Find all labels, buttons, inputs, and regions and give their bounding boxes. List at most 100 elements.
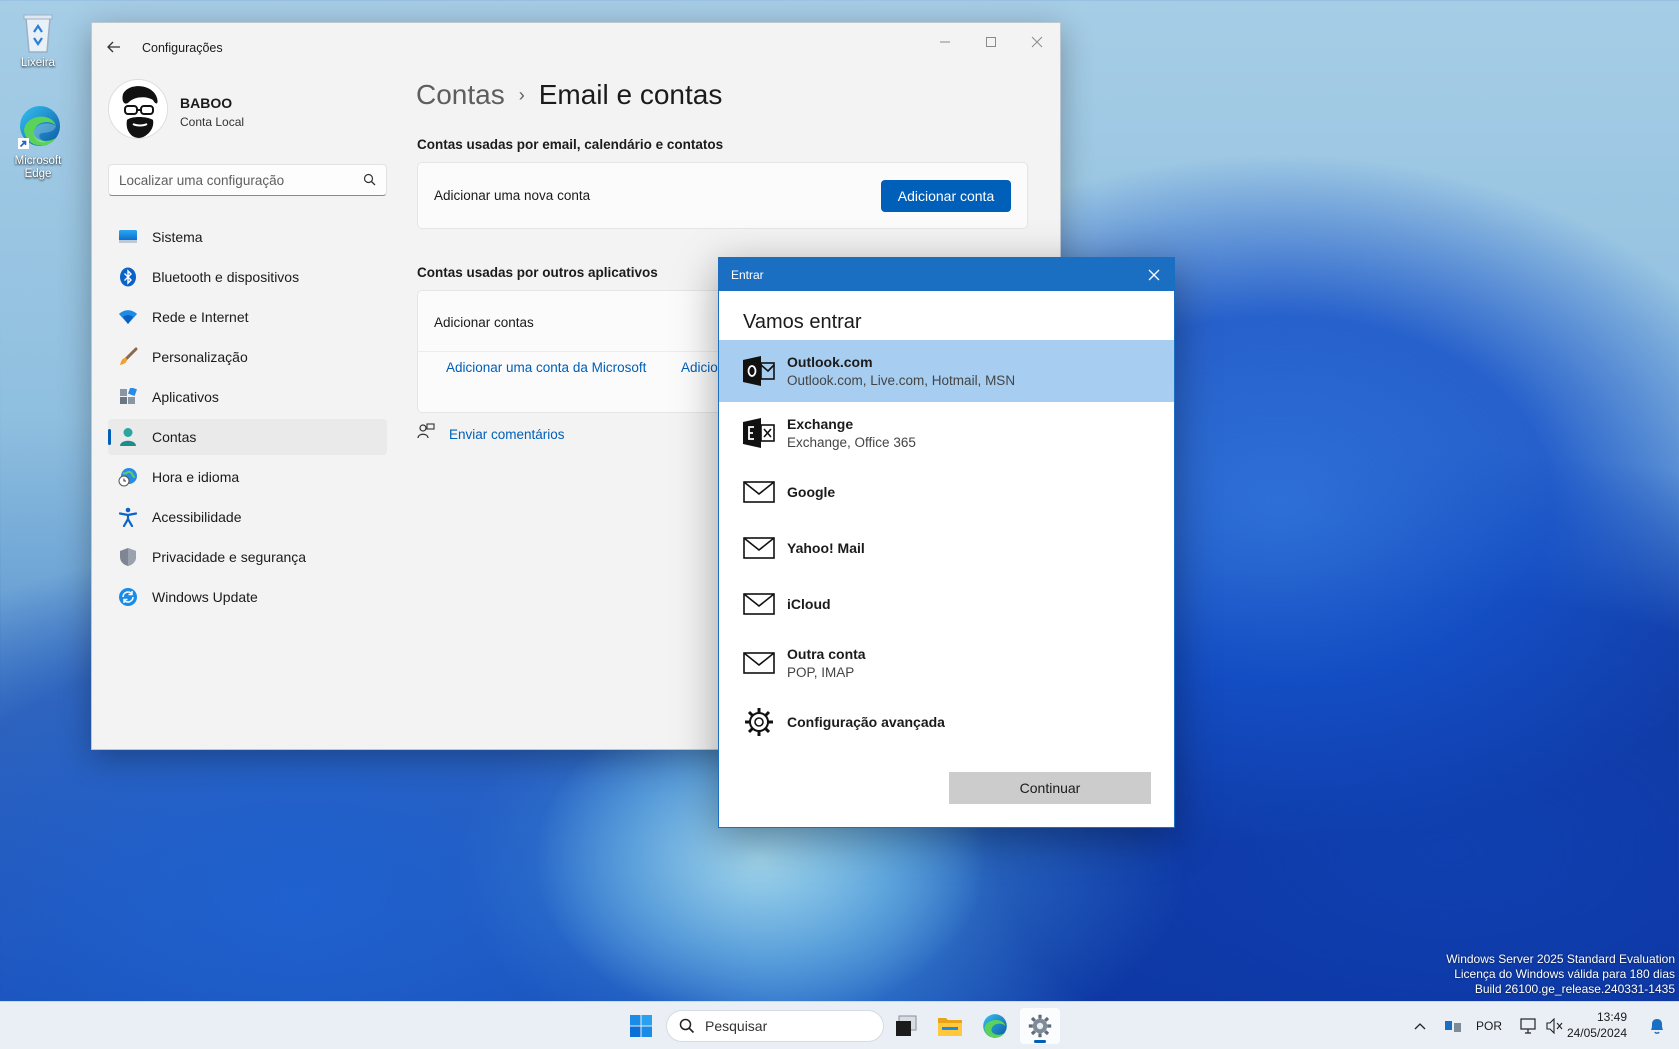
- add-email-account-card: Adicionar uma nova conta Adicionar conta: [417, 162, 1028, 229]
- person-icon: [118, 427, 138, 447]
- section-title-email: Contas usadas por email, calendário e co…: [417, 137, 724, 152]
- sidebar-nav: Sistema Bluetooth e dispositivos Rede e …: [108, 219, 387, 619]
- account-type: Conta Local: [180, 115, 245, 129]
- watermark-line: Windows Server 2025 Standard Evaluation: [1446, 952, 1675, 966]
- folder-icon: [938, 1018, 962, 1036]
- title-bar: Configurações: [92, 23, 1060, 75]
- speaker-muted-icon[interactable]: [1546, 1018, 1564, 1034]
- sidebar-item-label: Windows Update: [152, 589, 258, 605]
- edge-icon: [983, 1014, 1007, 1038]
- section-title-other-apps: Contas usadas por outros aplicativos: [417, 265, 658, 280]
- taskbar-search-label: Pesquisar: [705, 1018, 768, 1034]
- taskbar-app-settings[interactable]: [1020, 1008, 1060, 1044]
- minimize-icon: [940, 41, 950, 43]
- card-text: Adicionar uma nova conta: [434, 188, 591, 203]
- continue-button[interactable]: Continuar: [949, 772, 1151, 804]
- network-tray-icon[interactable]: [1438, 1018, 1468, 1034]
- dialog-heading: Vamos entrar: [743, 311, 862, 333]
- minimize-button[interactable]: [922, 31, 968, 55]
- sidebar-item-label: Rede e Internet: [152, 309, 249, 325]
- sidebar-item-contas[interactable]: Contas: [108, 419, 387, 455]
- sidebar-item-label: Aplicativos: [152, 389, 219, 405]
- taskbar: Pesquisar POR 13:49 24/05/2024: [0, 1001, 1679, 1049]
- provider-other[interactable]: Outra conta POP, IMAP: [719, 632, 1174, 694]
- close-icon: [1148, 269, 1160, 281]
- edge-icon: [16, 104, 60, 152]
- sidebar-item-privacidade[interactable]: Privacidade e segurança: [108, 539, 387, 575]
- sign-in-dialog: Entrar Vamos entrar Outlook.com Outlook.…: [718, 257, 1175, 828]
- breadcrumb-parent[interactable]: Contas: [416, 79, 505, 111]
- maximize-button[interactable]: [968, 31, 1014, 55]
- provider-name: Yahoo! Mail: [787, 540, 865, 556]
- card-text: Adicionar contas: [434, 315, 534, 330]
- sidebar-item-bluetooth[interactable]: Bluetooth e dispositivos: [108, 259, 387, 295]
- chevron-up-icon[interactable]: [1408, 1022, 1432, 1030]
- dialog-close-button[interactable]: [1144, 265, 1164, 285]
- feedback-row[interactable]: Enviar comentários: [417, 423, 565, 446]
- feedback-icon: [417, 423, 435, 446]
- back-button[interactable]: [106, 39, 128, 57]
- brush-icon: [118, 347, 138, 367]
- arrow-left-icon: [107, 41, 120, 53]
- breadcrumb-separator: ›: [518, 84, 525, 105]
- sidebar-item-label: Privacidade e segurança: [152, 549, 307, 565]
- sidebar-item-personalizacao[interactable]: Personalização: [108, 339, 387, 375]
- desktop-icon-recycle-bin[interactable]: Lixeira: [2, 10, 74, 70]
- provider-name: Exchange: [787, 416, 854, 432]
- provider-name: Google: [787, 484, 836, 500]
- provider-name: Configuração avançada: [787, 714, 945, 730]
- provider-exchange[interactable]: Exchange Exchange, Office 365: [719, 402, 1174, 464]
- user-name: BABOO: [180, 95, 233, 111]
- provider-subtitle: Exchange, Office 365: [787, 435, 916, 450]
- close-button[interactable]: [1014, 31, 1060, 55]
- taskbar-app-terminal[interactable]: [886, 1008, 926, 1044]
- taskbar-app-edge[interactable]: [975, 1008, 1015, 1044]
- start-button[interactable]: [621, 1008, 661, 1044]
- desktop-icon-edge[interactable]: Microsoft Edge: [2, 104, 74, 181]
- sidebar-item-acessibilidade[interactable]: Acessibilidade: [108, 499, 387, 535]
- mail-icon: [743, 476, 775, 508]
- taskbar-search[interactable]: Pesquisar: [666, 1010, 884, 1042]
- provider-name: Outlook.com: [787, 354, 873, 370]
- sidebar-item-aplicativos[interactable]: Aplicativos: [108, 379, 387, 415]
- bluetooth-icon: [118, 267, 138, 287]
- language-indicator[interactable]: POR: [1476, 1019, 1502, 1033]
- provider-subtitle: POP, IMAP: [787, 665, 855, 680]
- provider-advanced[interactable]: Configuração avançada: [719, 694, 1174, 750]
- add-microsoft-account-link[interactable]: Adicionar uma conta da Microsoft: [446, 360, 646, 375]
- search-input[interactable]: [109, 165, 349, 195]
- provider-outlook[interactable]: Outlook.com Outlook.com, Live.com, Hotma…: [719, 340, 1174, 402]
- window-title: Configurações: [142, 41, 223, 55]
- accessibility-icon: [118, 507, 138, 527]
- clock[interactable]: 13:49 24/05/2024: [1567, 1009, 1627, 1041]
- provider-subtitle: Outlook.com, Live.com, Hotmail, MSN: [787, 373, 1016, 388]
- provider-google[interactable]: Google: [719, 464, 1174, 520]
- send-feedback-link[interactable]: Enviar comentários: [449, 427, 565, 442]
- provider-icloud[interactable]: iCloud: [719, 576, 1174, 632]
- desktop-icon-label: Microsoft Edge: [14, 155, 62, 180]
- monitor-tray-icon[interactable]: [1520, 1018, 1538, 1034]
- settings-search: [108, 164, 387, 196]
- add-work-account-link[interactable]: Adicio: [681, 360, 718, 375]
- provider-yahoo[interactable]: Yahoo! Mail: [719, 520, 1174, 576]
- exchange-icon: [743, 417, 775, 449]
- search-icon[interactable]: [363, 173, 376, 191]
- notification-bell-icon[interactable]: [1649, 1017, 1665, 1040]
- avatar: [108, 79, 168, 139]
- gear-icon: [1028, 1014, 1052, 1038]
- sidebar-item-windows-update[interactable]: Windows Update: [108, 579, 387, 615]
- sidebar-item-rede[interactable]: Rede e Internet: [108, 299, 387, 335]
- terminal-icon: [896, 1015, 917, 1036]
- provider-name: Outra conta: [787, 646, 866, 662]
- taskbar-app-file-explorer[interactable]: [930, 1008, 970, 1044]
- add-account-button[interactable]: Adicionar conta: [881, 180, 1011, 212]
- system-tray: POR: [1408, 1002, 1564, 1049]
- mail-icon: [743, 647, 775, 679]
- globe-clock-icon: [118, 467, 138, 487]
- sidebar-item-label: Sistema: [152, 229, 203, 245]
- sidebar-item-hora[interactable]: Hora e idioma: [108, 459, 387, 495]
- sidebar-item-label: Contas: [152, 429, 197, 445]
- sidebar-item-sistema[interactable]: Sistema: [108, 219, 387, 255]
- sidebar-item-label: Bluetooth e dispositivos: [152, 269, 300, 285]
- dialog-title-bar: Entrar: [719, 258, 1174, 291]
